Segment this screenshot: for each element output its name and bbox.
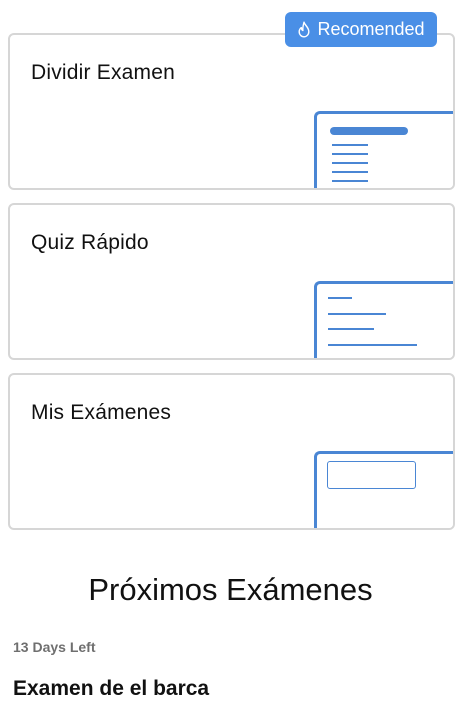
illustration-header-bar — [330, 127, 408, 135]
illustration-line — [332, 162, 368, 164]
illustration-line — [332, 171, 368, 173]
upcoming-exams-title: Próximos Exámenes — [88, 572, 373, 607]
card-title: Dividir Examen — [31, 61, 176, 84]
recommended-badge-label: Recomended — [317, 19, 425, 39]
card-title: Quiz Rápido — [31, 231, 149, 254]
recommended-badge: Recomended — [285, 12, 437, 47]
exam-days-left: 13 Days Left — [13, 639, 96, 655]
illustration-line — [328, 313, 386, 315]
illustration-line — [328, 344, 417, 346]
illustration-line — [328, 297, 352, 299]
exam-name[interactable]: Examen de el barca — [13, 677, 209, 701]
quiz-illustration — [314, 281, 453, 358]
flame-icon — [297, 21, 311, 38]
card-title: Mis Exámenes — [31, 401, 172, 424]
card-mis-examenes[interactable]: Mis Exámenes — [8, 373, 455, 530]
card-dividir-examen[interactable]: Dividir Examen — [8, 33, 455, 190]
illustration-line — [332, 153, 368, 155]
split-exam-illustration — [314, 111, 453, 188]
illustration-line — [328, 328, 374, 330]
my-exams-illustration — [314, 451, 453, 528]
card-quiz-rapido[interactable]: Quiz Rápido — [8, 203, 455, 360]
illustration-line — [332, 144, 368, 146]
illustration-box — [327, 461, 416, 489]
illustration-line — [332, 180, 368, 182]
